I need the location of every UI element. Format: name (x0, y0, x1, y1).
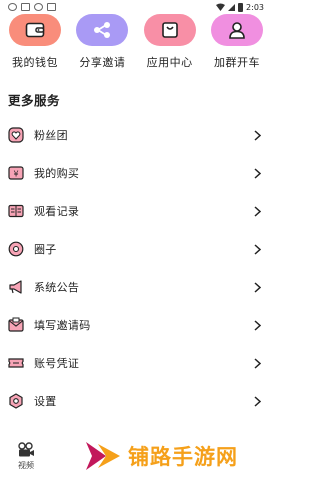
list-item-announcements[interactable]: 系统公告 (0, 268, 270, 306)
list-item-circle[interactable]: 圈子 (0, 230, 270, 268)
settings-icon (8, 393, 24, 409)
watermark-text: 铺路手游网 (128, 445, 238, 469)
join-group-button[interactable]: 加群开车 (208, 14, 266, 70)
chevron-right-icon (252, 357, 262, 369)
wallet-icon (9, 14, 61, 46)
service-list: 粉丝团 ¥ 我的购买 观看记录 圈子 系统公告 填写邀请码 账号凭证 设置 (0, 116, 270, 420)
list-item-label: 系统公告 (34, 281, 80, 294)
app-center-button[interactable]: 应用中心 (141, 14, 199, 70)
chevron-right-icon (252, 205, 262, 217)
list-item-account-credential[interactable]: 账号凭证 (0, 344, 270, 382)
list-item-purchases[interactable]: ¥ 我的购买 (0, 154, 270, 192)
list-item-watch-history[interactable]: 观看记录 (0, 192, 270, 230)
watermark: 铺路手游网 (84, 436, 238, 476)
battery-icon (238, 2, 244, 12)
circle-icon (8, 241, 24, 257)
list-item-invite-code[interactable]: 填写邀请码 (0, 306, 270, 344)
megaphone-icon (8, 279, 24, 295)
chevron-right-icon (252, 319, 262, 331)
mail-icon (8, 317, 24, 333)
chevron-right-icon (252, 243, 262, 255)
join-group-label: 加群开车 (213, 56, 260, 69)
list-item-fan-club[interactable]: 粉丝团 (0, 116, 270, 154)
chevron-right-icon (252, 167, 262, 179)
watermark-logo-icon (86, 442, 120, 470)
sim-icon (21, 3, 30, 11)
chevron-right-icon (252, 129, 262, 141)
list-item-label: 设置 (34, 395, 57, 408)
status-bar: 2:03 (0, 0, 270, 14)
app-center-label: 应用中心 (146, 56, 193, 69)
ticket-icon (8, 355, 24, 371)
svg-text:¥: ¥ (13, 170, 18, 179)
chevron-right-icon (252, 281, 262, 293)
app-icon (47, 3, 56, 11)
share-invite-label: 分享邀请 (79, 56, 126, 69)
video-camera-icon (18, 442, 34, 457)
notification-icon (8, 3, 17, 11)
sync-icon (34, 3, 43, 11)
status-time: 2:03 (246, 2, 264, 12)
wifi-icon (216, 3, 226, 11)
list-item-label: 粉丝团 (34, 129, 68, 142)
share-icon (76, 14, 129, 46)
status-notifications (8, 3, 56, 11)
section-title: 更多服务 (8, 93, 61, 108)
top-grid: 我的钱包 分享邀请 应用中心 加群开车 (0, 14, 270, 70)
shopping-bag-icon (143, 14, 196, 46)
yen-icon: ¥ (8, 165, 24, 181)
bottom-nav: 视频 铺路手游网 (0, 436, 270, 480)
nav-video-tab[interactable]: 视频 (12, 442, 40, 471)
user-group-icon (210, 14, 263, 46)
wallet-label: 我的钱包 (12, 56, 58, 69)
list-item-label: 我的购买 (34, 167, 80, 180)
wallet-button[interactable]: 我的钱包 (6, 14, 64, 70)
list-item-label: 填写邀请码 (34, 319, 91, 332)
heart-icon (8, 127, 24, 143)
nav-video-label: 视频 (18, 461, 34, 470)
book-icon (8, 203, 24, 219)
share-invite-button[interactable]: 分享邀请 (73, 14, 131, 70)
list-item-label: 观看记录 (34, 205, 80, 218)
list-item-settings[interactable]: 设置 (0, 382, 270, 420)
list-item-label: 账号凭证 (34, 357, 80, 370)
signal-icon (228, 3, 236, 11)
chevron-right-icon (252, 395, 262, 407)
list-item-label: 圈子 (34, 243, 57, 256)
